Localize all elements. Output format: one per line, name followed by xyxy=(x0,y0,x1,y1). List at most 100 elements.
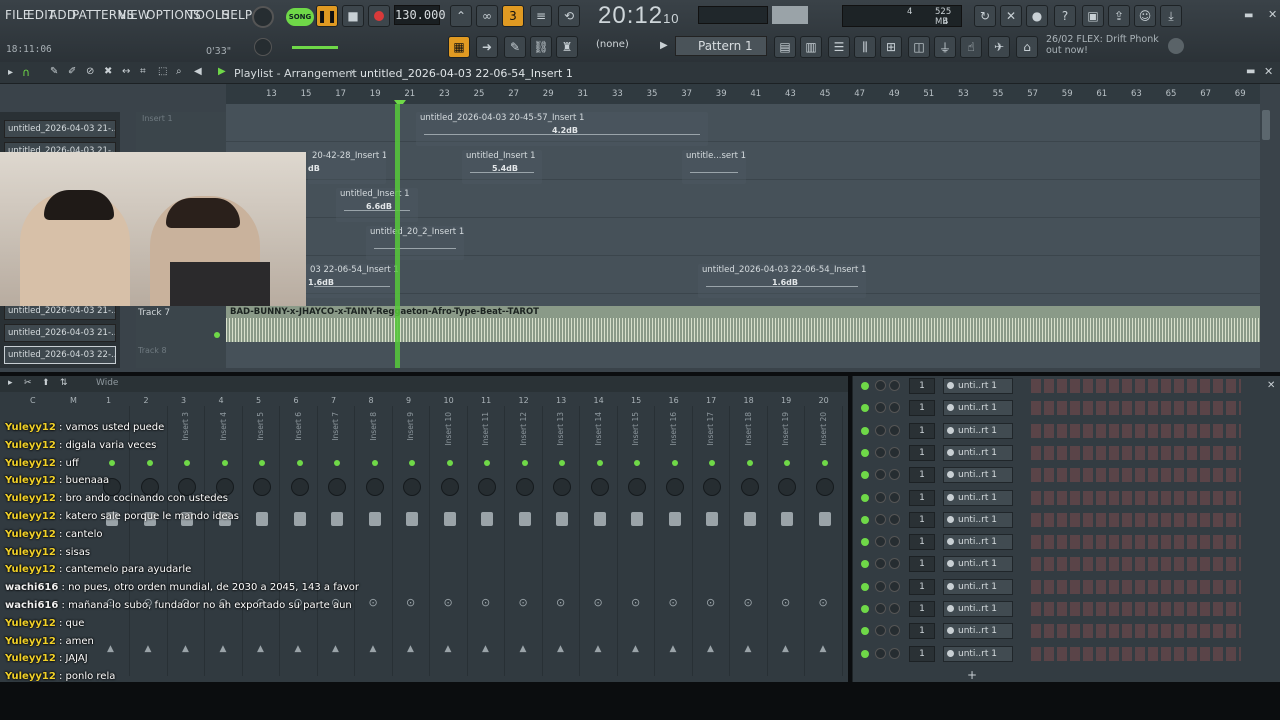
mixer-route-icon[interactable]: ⊙ xyxy=(594,596,603,609)
playhead[interactable] xyxy=(395,104,400,368)
channel-pan-knob[interactable] xyxy=(875,647,886,659)
mixer-pan-knob[interactable] xyxy=(703,478,721,496)
channel-row[interactable]: 1 unti..rt 1 xyxy=(857,621,1269,641)
mixer-volume-fader[interactable] xyxy=(706,512,718,526)
picker-item-selected[interactable]: untitled_2026-04-03 22-... xyxy=(4,346,116,364)
mixer-pan-knob[interactable] xyxy=(628,478,646,496)
playlist-icon[interactable]: ▤ xyxy=(774,36,796,58)
step-sequencer[interactable] xyxy=(1031,490,1241,505)
mixer-volume-fader[interactable] xyxy=(743,512,756,526)
mixer-strip[interactable]: Insert 16 ⊙ ▲ xyxy=(657,406,693,676)
playlist-close-icon[interactable]: ✕ xyxy=(1264,65,1273,78)
channel-volume-knob[interactable] xyxy=(889,491,900,503)
channel-mute-led[interactable] xyxy=(861,649,869,658)
song-mode-toggle[interactable]: SONG xyxy=(286,8,314,26)
channel-volume-knob[interactable] xyxy=(889,446,900,458)
channel-row[interactable]: 1 unti..rt 1 xyxy=(857,465,1269,485)
picker-item[interactable]: untitled_2026-04-03 21-... xyxy=(4,324,116,342)
mixer-route-icon[interactable]: ⊙ xyxy=(481,596,490,609)
mixer-route-icon[interactable]: ⊙ xyxy=(706,596,715,609)
loop-record-icon[interactable]: ⟲ xyxy=(558,5,580,27)
slice-tool-icon[interactable]: ⌗ xyxy=(140,66,146,77)
mixer-mute-led[interactable] xyxy=(521,460,528,466)
pattern-mode-icon[interactable]: ▦ xyxy=(448,36,470,58)
mixer-strip[interactable]: Insert 14 ⊙ ▲ xyxy=(582,406,618,676)
draw-tool-icon[interactable]: ✎ xyxy=(50,66,58,77)
shop-icon[interactable]: ⌂ xyxy=(1016,36,1038,58)
channel-mixer-track[interactable]: 1 xyxy=(909,578,935,595)
mixer-pan-knob[interactable] xyxy=(590,478,609,496)
download-icon[interactable]: ⤓ xyxy=(1160,5,1182,27)
channel-row[interactable]: 1 unti..rt 1 xyxy=(857,421,1269,441)
mixer-send-arrow-icon[interactable]: ▲ xyxy=(557,644,564,654)
mixer-pan-knob[interactable] xyxy=(478,478,496,496)
mixer-mute-led[interactable] xyxy=(709,460,715,466)
channel-volume-knob[interactable] xyxy=(889,625,900,637)
delete-tool-icon[interactable]: ⊘ xyxy=(86,66,94,77)
step-sequencer[interactable] xyxy=(1031,401,1241,416)
refresh-icon[interactable]: ↻ xyxy=(974,5,996,27)
channel-row[interactable]: 1 unti..rt 1 xyxy=(857,376,1269,396)
mixer-mute-led[interactable] xyxy=(446,460,453,466)
channel-pan-knob[interactable] xyxy=(875,558,886,570)
channel-volume-knob[interactable] xyxy=(889,536,900,548)
mixer-volume-fader[interactable] xyxy=(443,512,456,526)
browser-icon[interactable]: ⊞ xyxy=(880,36,902,58)
mixer-strip[interactable]: Insert 8 ⊙ ▲ xyxy=(357,406,393,676)
channel-mixer-track[interactable]: 1 xyxy=(909,422,935,439)
master-volume-slider[interactable] xyxy=(292,46,338,49)
mixer-route-icon[interactable]: ⊙ xyxy=(406,596,415,609)
step-sequencer[interactable] xyxy=(1031,602,1241,616)
channel-mixer-track[interactable]: 1 xyxy=(909,511,935,528)
mixer-route-icon[interactable]: ⊙ xyxy=(369,596,378,609)
mixer-mute-led[interactable] xyxy=(784,460,790,466)
step-sequencer[interactable] xyxy=(1031,535,1241,550)
mixer-view-icon[interactable]: ⫼ xyxy=(854,36,876,58)
channel-pan-knob[interactable] xyxy=(875,380,886,391)
mixer-send-arrow-icon[interactable]: ▲ xyxy=(707,644,714,654)
touch-keyboard-icon[interactable]: ☝ xyxy=(960,36,982,58)
mixer-strip[interactable]: Insert 12 ⊙ ▲ xyxy=(507,406,543,676)
mixer-mute-led[interactable] xyxy=(671,460,678,466)
mixer-pan-knob[interactable] xyxy=(440,478,459,496)
pattern-selector[interactable]: Pattern 1 xyxy=(675,36,767,56)
channel-pan-knob[interactable] xyxy=(875,424,886,436)
mixer-volume-fader[interactable] xyxy=(518,512,531,526)
channel-volume-knob[interactable] xyxy=(889,603,900,614)
playlist-clip[interactable]: 03 22-06-54_Insert 1 1.6dB xyxy=(306,264,398,298)
chat-icon[interactable]: ☺ xyxy=(1134,5,1156,27)
mixer-mute-led[interactable] xyxy=(559,460,565,466)
mixer-pan-knob[interactable] xyxy=(665,478,684,496)
mixer-strip[interactable]: Insert 20 ⊙ ▲ xyxy=(807,406,843,676)
channel-mixer-track[interactable]: 1 xyxy=(909,601,935,617)
mixer-route-icon[interactable]: ⊙ xyxy=(519,596,528,609)
bird-icon[interactable]: ✈ xyxy=(988,36,1010,58)
playlist-clip[interactable]: untitled_Insert 1 6.6dB xyxy=(336,188,418,222)
paint-tool-icon[interactable]: ✐ xyxy=(68,66,76,77)
step-sequencer[interactable] xyxy=(1031,512,1241,527)
mixer-route-icon[interactable]: ⊙ xyxy=(781,596,790,609)
plug-icon[interactable]: ⏚ xyxy=(934,36,956,58)
playlist-clip[interactable]: untitled_2026-04-03 20-45-57_Insert 1 4.… xyxy=(416,112,708,146)
channel-row[interactable]: 1 unti..rt 1 xyxy=(857,599,1269,619)
channel-pan-knob[interactable] xyxy=(875,469,886,481)
step-sequencer[interactable] xyxy=(1031,646,1241,661)
mixer-strip[interactable]: Insert 15 ⊙ ▲ xyxy=(619,406,655,676)
mixer-mute-led[interactable] xyxy=(409,460,415,466)
close-window-icon[interactable]: ✕ xyxy=(1268,8,1277,21)
playback-tool-icon[interactable]: ◀ xyxy=(194,66,202,77)
minimize-window-icon[interactable]: ▬ xyxy=(1244,10,1253,21)
mixer-send-arrow-icon[interactable]: ▲ xyxy=(782,644,789,654)
channel-pan-knob[interactable] xyxy=(875,603,886,614)
news-panel[interactable]: 26/02 FLEX: Drift Phonk out now! xyxy=(1046,34,1159,56)
master-volume-knob[interactable] xyxy=(252,6,274,28)
piano-roll-icon[interactable]: ▥ xyxy=(800,36,822,58)
plugin-picker-icon[interactable]: ◫ xyxy=(908,36,930,58)
channel-mute-led[interactable] xyxy=(861,382,869,390)
channel-mixer-track[interactable]: 1 xyxy=(909,489,935,506)
picker-item[interactable]: untitled_2026-04-03 21-... xyxy=(4,120,116,138)
channel-mute-led[interactable] xyxy=(861,471,869,480)
mixer-volume-fader[interactable] xyxy=(781,512,793,526)
mixer-send-arrow-icon[interactable]: ▲ xyxy=(595,644,602,654)
channel-volume-knob[interactable] xyxy=(889,513,900,525)
